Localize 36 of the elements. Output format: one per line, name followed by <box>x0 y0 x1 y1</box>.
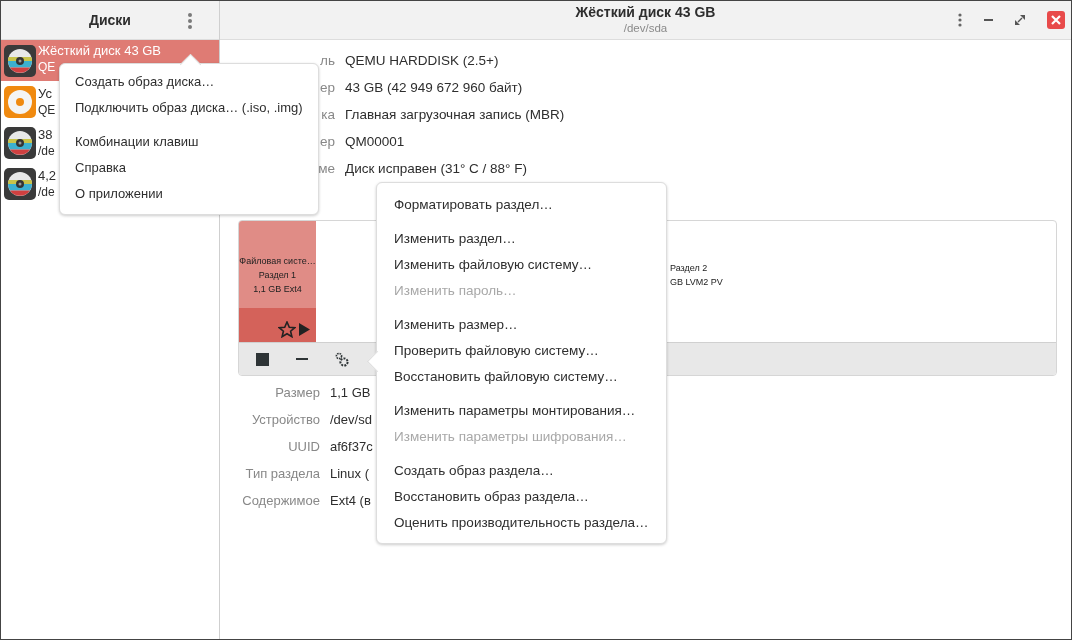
field-value: af6f37c <box>330 438 373 455</box>
partition-label: Раздел 2 <box>670 261 708 275</box>
field-label: Размер <box>275 384 320 401</box>
disk-name: Жёсткий диск 43 GB <box>38 42 161 59</box>
field-value: Главная загрузочная запись (MBR) <box>345 106 565 123</box>
partition-label: GB LVM2 PV <box>670 275 723 289</box>
partition-label: 1,1 GB Ext4 <box>253 282 302 296</box>
partition-label: Файловая систе… <box>239 254 316 268</box>
field-value: QEMU HARDDISK (2.5+) <box>345 52 499 69</box>
disk-detail: QE <box>38 101 56 118</box>
field-label: ль <box>320 52 335 69</box>
field-value: Linux ( <box>330 465 370 482</box>
field-label: Устройство <box>252 411 320 428</box>
field-label: ка <box>321 106 335 123</box>
disk-name: Ус <box>38 85 53 102</box>
field-label: Содержимое <box>242 492 320 509</box>
field-value: Ext4 (в <box>330 492 371 509</box>
field-label: ер <box>319 133 335 150</box>
field-label: UUID <box>288 438 320 455</box>
window-subtitle: /dev/sda <box>623 21 668 36</box>
disk-name: 4,2 <box>38 167 57 184</box>
field-label: ер <box>319 79 335 96</box>
sidebar-title: Диски <box>89 12 131 28</box>
disk-name: 38 <box>38 126 54 143</box>
window-title: Жёсткий диск 43 GB <box>575 4 716 20</box>
field-value: 1,1 GB <box>330 384 371 401</box>
disk-detail: /de <box>38 142 55 159</box>
field-value: QM00001 <box>345 133 405 150</box>
field-label: ме <box>318 160 335 177</box>
disk-detail: QE <box>38 58 57 75</box>
field-value: 43 GB (42 949 672 960 байт) <box>345 79 523 96</box>
field-value: /dev/sd <box>330 411 372 428</box>
disk-detail: /de <box>38 183 56 200</box>
field-value: Диск исправен (31° C / 88° F) <box>345 160 527 177</box>
partition-label: Раздел 1 <box>258 268 297 282</box>
field-label: Тип раздела <box>245 465 320 482</box>
